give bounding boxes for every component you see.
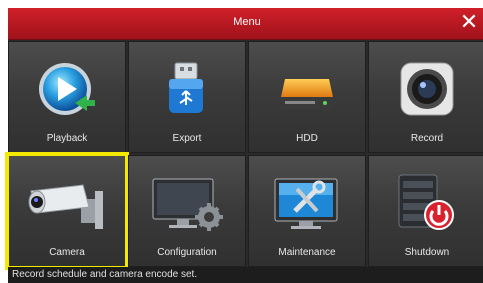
menu-item-record[interactable]: Record [368,41,483,153]
menu-item-maintenance[interactable]: Maintenance [248,155,366,267]
menu-item-label: Export [172,133,202,144]
window-title: Menu [233,16,261,28]
title-bar: Menu ✕ [8,8,483,40]
menu-item-label: Shutdown [404,247,450,258]
menu-item-camera[interactable]: Camera [5,152,129,270]
status-bar: Record schedule and camera encode set. [8,267,483,283]
menu-item-playback[interactable]: Playback [8,41,126,153]
hard-drive-icon [249,54,365,124]
menu-item-label: Camera [49,247,85,258]
monitor-tools-icon [249,168,365,238]
menu-item-label: HDD [296,133,318,144]
menu-item-shutdown[interactable]: Shutdown [368,155,483,267]
menu-item-hdd[interactable]: HDD [248,41,366,153]
menu-item-configuration[interactable]: Configuration [128,155,246,267]
monitor-gear-icon [129,168,245,238]
menu-item-label: Maintenance [278,247,336,258]
menu-grid: Playback Export HDD Record Camera Config… [5,41,483,270]
close-icon[interactable]: ✕ [458,11,480,33]
menu-item-label: Playback [46,133,88,144]
playback-icon [9,54,125,124]
server-power-icon [369,168,483,238]
status-text: Record schedule and camera encode set. [12,269,198,280]
security-camera-icon [9,168,125,238]
menu-window: Menu ✕ Playback Export HDD Record Camera… [5,8,483,283]
menu-item-export[interactable]: Export [128,41,246,153]
menu-item-label: Record [410,133,444,144]
usb-drive-icon [129,54,245,124]
camera-lens-icon [369,54,483,124]
menu-item-label: Configuration [157,247,217,258]
